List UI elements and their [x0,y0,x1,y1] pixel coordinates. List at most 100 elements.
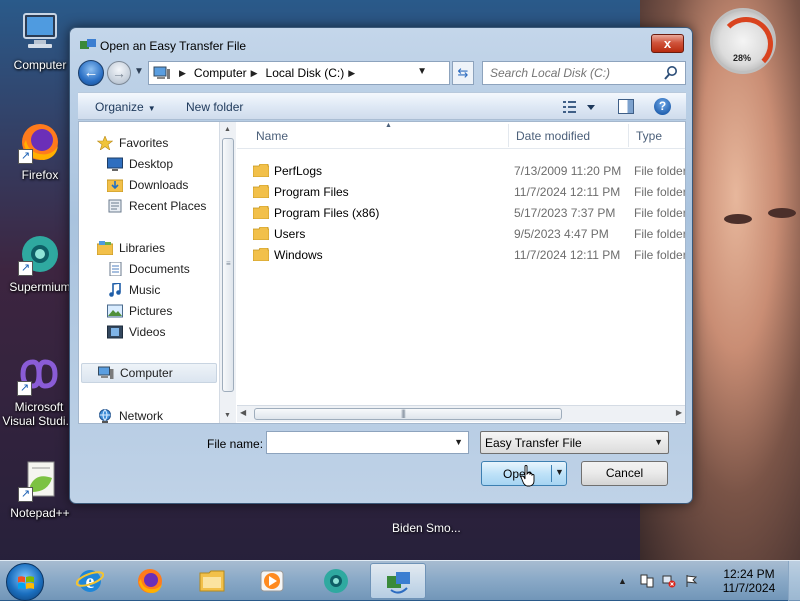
chevron-down-icon[interactable]: ▼ [454,437,463,447]
desktop-icon-notepad-plus-plus[interactable]: ↗ Notepad++ [3,458,77,520]
open-options-dropdown-icon[interactable]: ▼ [555,467,564,477]
breadcrumb-separator-icon[interactable]: ▶ [348,68,355,79]
file-row[interactable]: PerfLogs 7/13/2009 11:20 PM File folder [237,160,685,181]
nav-item-videos[interactable]: Videos [107,322,219,342]
scroll-down-arrow-icon[interactable]: ▼ [224,412,231,419]
dialog-titlebar[interactable]: Open an Easy Transfer File x [70,28,692,60]
taskbar-internet-explorer[interactable]: e [62,563,118,599]
column-header-type[interactable]: Type [636,129,662,143]
nav-item-desktop[interactable]: Desktop [107,154,219,174]
scroll-left-arrow-icon[interactable]: ◀ [240,408,246,417]
taskbar-supermium[interactable] [308,563,364,599]
organize-label: Organize [95,100,144,114]
action-center-icon[interactable] [640,574,654,588]
firefox-icon [138,569,162,593]
nav-item-pictures[interactable]: Pictures [107,301,219,321]
scroll-grip-icon: ||| [401,408,406,418]
change-view-icon[interactable] [562,99,598,115]
desktop-icon-computer[interactable]: Computer [3,10,77,72]
forward-arrow-icon: → [112,65,126,81]
scroll-up-arrow-icon[interactable]: ▲ [224,126,231,133]
file-date: 7/13/2009 11:20 PM [514,164,622,178]
file-name-label: File name: [207,437,264,451]
file-row[interactable]: Program Files (x86) 5/17/2023 7:37 PM Fi… [237,202,685,223]
nav-network[interactable]: Network [97,406,219,423]
cancel-button[interactable]: Cancel [581,461,668,486]
firefox-icon: ↗ [18,120,62,164]
preview-pane-button[interactable] [618,99,634,114]
desktop-icon-label: Notepad++ [10,506,70,520]
supermium-icon [324,569,348,593]
desktop-icon-visual-studio[interactable]: ↗ Microsoft Visual Studi... [0,352,78,428]
column-header-name[interactable]: Name [256,129,288,143]
file-type: File folder [634,185,685,199]
help-icon[interactable]: ? [654,98,671,115]
nav-label: Computer [120,366,173,380]
file-name-input[interactable] [270,432,450,453]
browser-content: Favorites Desktop Downloads Recent Place… [78,121,686,424]
navigation-pane-scrollbar[interactable]: ▲ ≡ ▼ [219,122,236,423]
column-header-date-modified[interactable]: Date modified [516,129,590,143]
file-type-filter-value: Easy Transfer File [485,436,582,450]
address-dropdown-icon[interactable]: ▼ [417,66,427,77]
shortcut-arrow-icon: ↗ [18,487,33,502]
recent-pages-dropdown-icon[interactable]: ▼ [134,66,144,77]
shortcut-arrow-icon: ↗ [18,149,33,164]
organize-button[interactable]: Organize ▼ [95,100,156,114]
show-desktop-button[interactable] [788,561,800,601]
file-row[interactable]: Windows 11/7/2024 12:11 PM File folder [237,244,685,265]
search-box[interactable] [482,61,686,85]
file-type: File folder [634,206,685,220]
scrollbar-thumb[interactable]: ||| [254,408,562,420]
breadcrumb-separator-icon[interactable]: ▶ [251,68,258,79]
nav-favorites[interactable]: Favorites [97,133,219,153]
taskbar-clock[interactable]: 12:24 PM 11/7/2024 [716,567,782,595]
file-type-filter-select[interactable]: Easy Transfer File ▼ [480,431,669,454]
nav-item-music[interactable]: Music [107,280,219,300]
nav-item-recent-places[interactable]: Recent Places [107,196,219,216]
computer-small-icon [153,66,170,79]
file-row[interactable]: Program Files 11/7/2024 12:11 PM File fo… [237,181,685,202]
nav-label: Downloads [129,178,189,192]
taskbar-file-explorer[interactable] [184,563,240,599]
nav-label: Music [129,283,161,297]
desktop-icon-firefox[interactable]: ↗ Firefox [3,120,77,182]
nav-libraries[interactable]: Libraries [97,238,219,258]
gadget-value: 28% [733,53,752,63]
taskbar-media-player[interactable] [244,563,300,599]
nav-computer[interactable]: Computer [81,363,217,383]
desktop-icon-supermium[interactable]: ↗ Supermium [3,232,77,294]
notepad-plus-plus-icon: ↗ [18,458,62,502]
refresh-button[interactable]: ⇆ [452,61,474,85]
background-window-caption: Biden Smo... [392,521,461,535]
file-row[interactable]: Users 9/5/2023 4:47 PM File folder [237,223,685,244]
media-player-icon [260,570,284,592]
address-bar[interactable]: ▶ Computer ▶ Local Disk (C:) ▶ ▼ [148,61,450,85]
cpu-meter-gadget[interactable]: 28% [710,8,776,74]
taskbar: e ▲ 12:24 PM 11/7/2024 [0,560,800,601]
scrollbar-thumb[interactable]: ≡ [222,138,234,392]
file-list-horizontal-scrollbar[interactable]: ◀ ||| ▶ [237,405,685,422]
show-hidden-icons-icon[interactable]: ▲ [618,574,632,588]
network-disconnected-icon[interactable] [662,574,676,588]
visual-studio-icon: ↗ [17,352,61,396]
nav-item-documents[interactable]: Documents [107,259,219,279]
nav-label: Network [119,409,164,423]
nav-label: Documents [129,262,190,276]
file-name-combobox[interactable]: ▼ [266,431,469,454]
breadcrumb-local-disk[interactable]: Local Disk (C:) [266,66,345,80]
start-button[interactable] [6,563,44,601]
system-tray: ▲ [618,573,698,589]
breadcrumb-computer[interactable]: Computer [194,66,247,80]
desktop-icon-label: Firefox [21,168,59,182]
flag-icon[interactable] [684,574,698,588]
close-button[interactable]: x [651,34,684,53]
nav-item-downloads[interactable]: Downloads [107,175,219,195]
taskbar-firefox[interactable] [122,563,178,599]
search-input[interactable] [488,62,663,84]
taskbar-easy-transfer[interactable] [370,563,426,599]
scroll-right-arrow-icon[interactable]: ▶ [676,408,682,417]
new-folder-button[interactable]: New folder [186,100,243,114]
back-button[interactable]: ← [78,60,104,86]
forward-button[interactable]: → [107,61,131,85]
